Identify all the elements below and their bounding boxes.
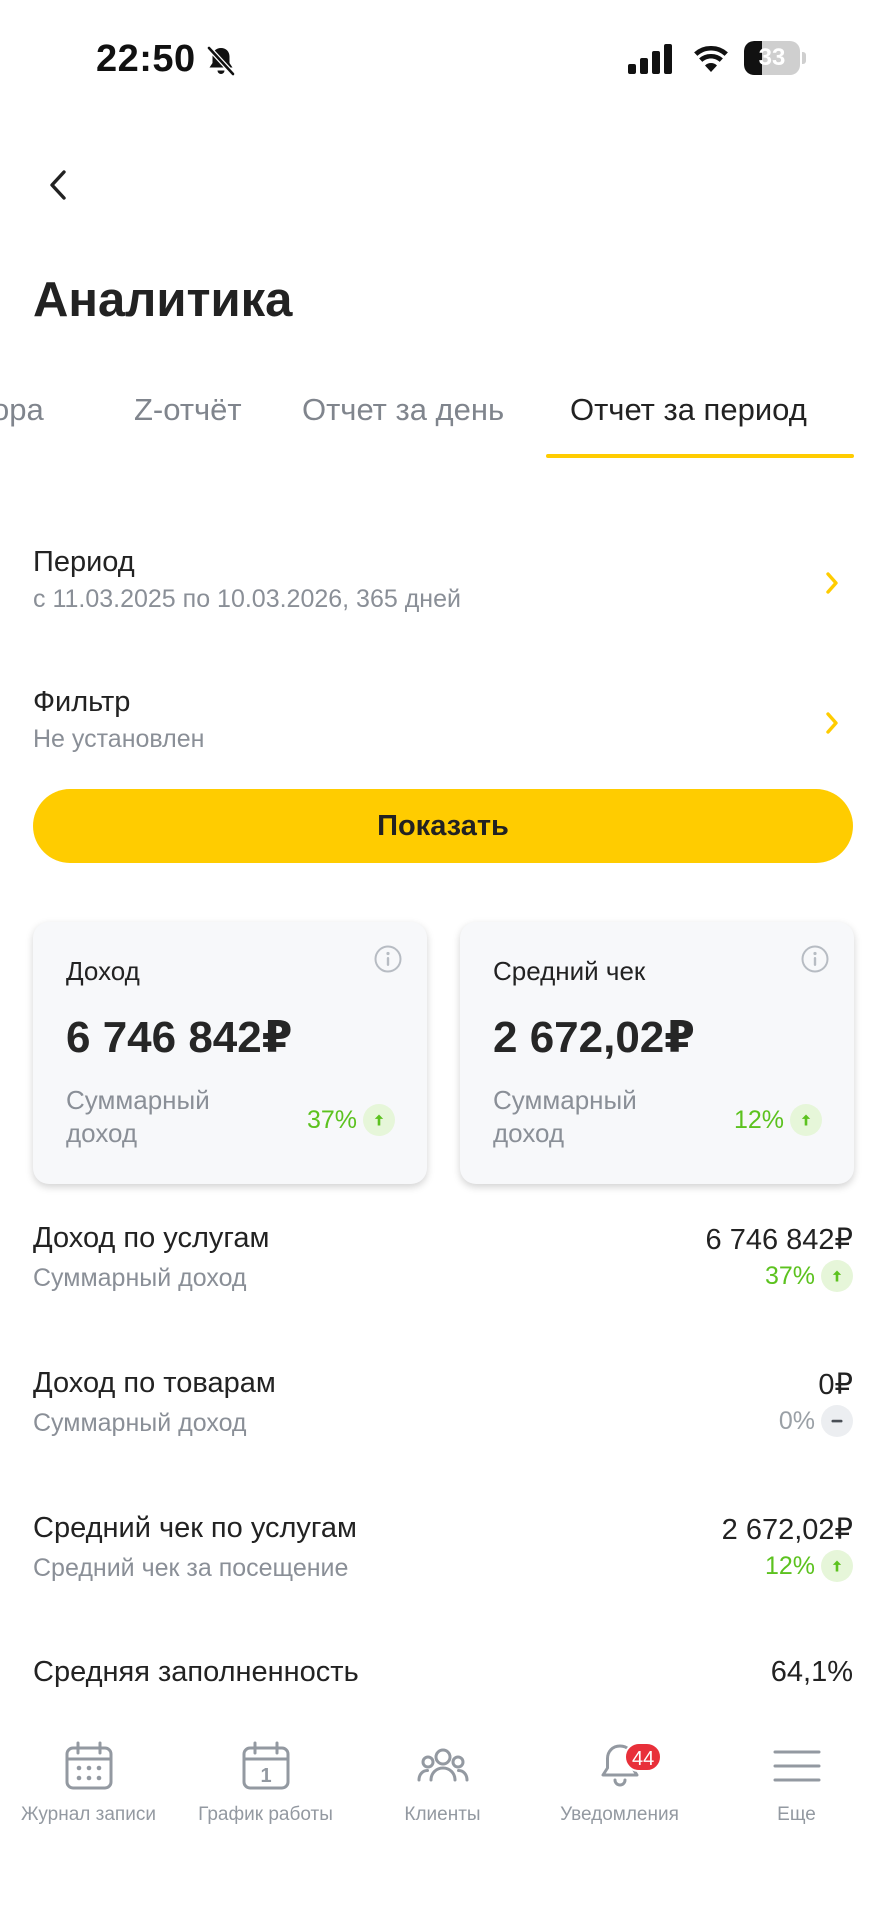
tab-z-report[interactable]: Z-отчёт (134, 392, 242, 428)
bell-off-icon (207, 46, 235, 76)
filter-selector[interactable]: Фильтр Не установлен (33, 686, 853, 776)
metric-title: Доход по услугам (33, 1222, 270, 1254)
battery-tip (802, 52, 806, 64)
calendar-day-number: 1 (260, 1765, 271, 1787)
card-description: Суммарный доход (493, 1085, 637, 1148)
card-title: Средний чек (493, 956, 646, 986)
nav-item-notifications[interactable]: Уведомления (531, 1740, 708, 1826)
metric-services-income: Доход по услугам Суммарный доход 6 746 8… (33, 1222, 853, 1312)
metric-subtitle: Суммарный доход (33, 1409, 247, 1437)
income-card: Доход 6 746 842₽ Суммарный доход 37% (33, 922, 427, 1184)
show-button[interactable]: Показать (33, 789, 853, 863)
metric-title: Доход по товарам (33, 1367, 276, 1399)
info-icon[interactable] (373, 944, 403, 974)
arrow-up-icon (363, 1104, 395, 1136)
battery-indicator: 33 (744, 41, 806, 75)
metric-services-average-check: Средний чек по услугам Средний чек за по… (33, 1512, 853, 1602)
metric-subtitle: Средний чек за посещение (33, 1554, 349, 1582)
arrow-up-icon (821, 1260, 853, 1292)
back-button[interactable] (38, 160, 78, 210)
period-selector[interactable]: Период с 11.03.2025 по 10.03.2026, 365 д… (33, 546, 853, 636)
average-check-card: Средний чек 2 672,02₽ Суммарный доход 12… (460, 922, 854, 1184)
battery-level-text: 33 (758, 44, 786, 71)
metric-title: Средняя заполненность (33, 1656, 359, 1688)
metric-value: 0₽ (818, 1369, 853, 1401)
calendar-grid-icon (65, 1741, 112, 1790)
metric-value: 6 746 842₽ (705, 1224, 853, 1256)
nav-item-journal[interactable]: Журнал записи (0, 1740, 177, 1826)
card-title: Доход (66, 956, 140, 986)
arrow-up-icon (821, 1550, 853, 1582)
users-icon (417, 1748, 468, 1782)
info-icon[interactable] (800, 944, 830, 974)
card-description: Суммарный доход (66, 1085, 210, 1148)
chevron-right-icon (826, 572, 838, 594)
metric-title: Средний чек по услугам (33, 1512, 357, 1544)
trend-indicator: 12% (734, 1104, 822, 1136)
notifications-count-badge: 44 (624, 1742, 663, 1772)
metric-value: 2 672,02₽ (721, 1514, 853, 1546)
tab-period-report[interactable]: Отчет за период (570, 392, 807, 428)
trend-percent: 12% (764, 1551, 815, 1580)
trend-percent: 37% (306, 1105, 357, 1134)
page-title: Аналитика (33, 273, 293, 327)
status-time: 22:50 (96, 38, 196, 80)
trend-indicator: 0% (779, 1405, 853, 1437)
minus-icon (821, 1405, 853, 1437)
status-bar: 22:50 33 (0, 0, 886, 120)
arrow-up-icon (790, 1104, 822, 1136)
trend-percent: 37% (764, 1261, 815, 1290)
cellular-signal-icon (628, 44, 672, 74)
card-value: 6 746 842₽ (66, 1013, 293, 1062)
trend-percent: 0% (778, 1406, 815, 1435)
trend-percent: 12% (733, 1105, 784, 1134)
metric-goods-income: Доход по товарам Суммарный доход 0₽ 0% (33, 1367, 853, 1457)
tab-day-report[interactable]: Отчет за день (302, 392, 504, 428)
menu-icon (773, 1750, 820, 1782)
calendar-day-icon: 1 (242, 1741, 289, 1790)
nav-item-schedule[interactable]: 1 График работы (177, 1740, 354, 1826)
nav-label: Клиенты (404, 1804, 481, 1825)
period-title: Период (33, 546, 135, 578)
nav-label: Уведомления (560, 1804, 679, 1825)
nav-label: Еще (777, 1804, 816, 1825)
trend-indicator: 12% (765, 1550, 853, 1582)
wifi-icon (694, 45, 728, 72)
nav-item-clients[interactable]: Клиенты (354, 1740, 531, 1826)
nav-item-more[interactable]: Еще (708, 1740, 885, 1826)
filter-title: Фильтр (33, 686, 131, 718)
period-value: с 11.03.2025 по 10.03.2026, 365 дней (33, 585, 461, 613)
chevron-right-icon (826, 712, 838, 734)
metric-value: 64,1% (770, 1656, 853, 1688)
nav-label: График работы (198, 1804, 333, 1825)
report-tabs: ора Z-отчёт Отчет за день Отчет за перио… (0, 380, 886, 460)
battery-body: 33 (744, 41, 800, 75)
card-value: 2 672,02₽ (493, 1013, 695, 1062)
filter-value: Не установлен (33, 725, 205, 753)
bottom-nav: Журнал записи 1 График работы Клиенты Ув… (0, 1720, 886, 1920)
trend-indicator: 37% (765, 1260, 853, 1292)
nav-label: Журнал записи (21, 1804, 156, 1825)
metric-average-occupancy: Средняя заполненность 64,1% (33, 1656, 853, 1706)
tab-partial[interactable]: ора (0, 392, 44, 428)
trend-indicator: 37% (307, 1104, 395, 1136)
active-tab-indicator (546, 454, 854, 458)
metric-subtitle: Суммарный доход (33, 1264, 247, 1292)
